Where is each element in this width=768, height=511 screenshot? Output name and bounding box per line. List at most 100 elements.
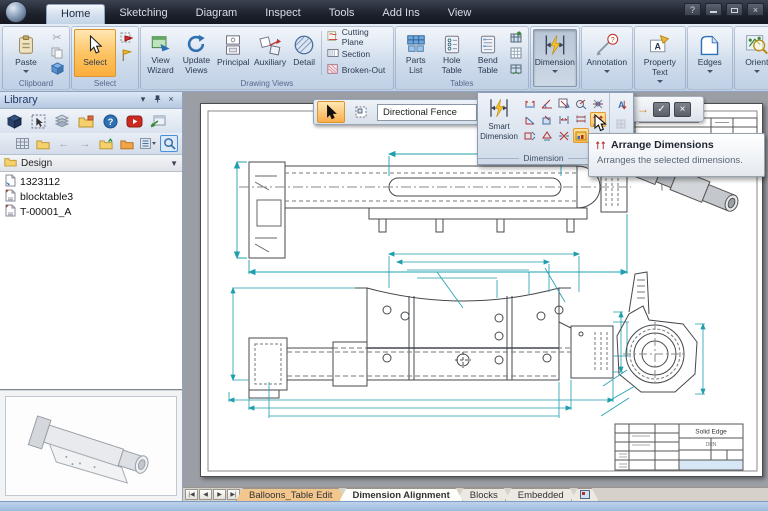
minimize-button[interactable] <box>705 3 722 16</box>
next-step-button[interactable]: → <box>637 103 649 115</box>
new-folder-icon[interactable] <box>97 135 115 152</box>
layers-icon[interactable] <box>53 113 71 130</box>
library-preview-pane <box>0 389 182 501</box>
tab-addins[interactable]: Add Ins <box>368 4 433 24</box>
close-button[interactable]: × <box>747 3 764 16</box>
first-sheet-button[interactable]: |◀ <box>185 489 198 500</box>
edges-button[interactable]: Edges <box>690 29 730 87</box>
broken-out-label: Broken-Out <box>341 65 386 75</box>
view-wizard-button[interactable]: View Wizard <box>143 29 178 77</box>
close-panel-icon[interactable]: × <box>164 94 178 106</box>
tab-tools[interactable]: Tools <box>315 4 369 24</box>
table-grid-icon[interactable] <box>507 46 525 61</box>
library-location-dropdown[interactable]: Design ▼ <box>0 155 182 172</box>
dimension-prefix-icon[interactable] <box>556 128 572 143</box>
smart-dimension-button[interactable]: Smart Dimension <box>478 93 520 144</box>
copy-icon[interactable] <box>48 46 66 61</box>
broken-out-button[interactable]: Broken-Out <box>324 63 390 77</box>
select-tool-button[interactable] <box>317 101 345 123</box>
application-menu-button[interactable] <box>5 1 27 23</box>
tab-view[interactable]: View <box>434 4 486 24</box>
parts-list-button[interactable]: Parts List <box>398 29 434 77</box>
select-tools-icon[interactable] <box>29 113 47 130</box>
new-sheet-tab-button[interactable] <box>571 488 599 501</box>
grid-view-icon[interactable] <box>13 135 31 152</box>
restore-button[interactable] <box>726 3 743 16</box>
table-update-icon[interactable] <box>507 61 525 76</box>
cut-icon[interactable]: ✂ <box>48 30 66 45</box>
search-icon[interactable] <box>160 135 178 152</box>
annotation-button[interactable]: ? Annotation <box>584 29 630 87</box>
select-fence-icon[interactable] <box>117 30 135 46</box>
forward-icon[interactable]: → <box>76 135 94 152</box>
angle-coordinate-icon[interactable] <box>573 96 589 111</box>
auto-dimension-icon[interactable] <box>522 128 538 143</box>
accept-button[interactable]: ✓ <box>653 101 670 117</box>
sheet-tab-balloons[interactable]: Balloons_Table Edit <box>236 488 345 501</box>
auxiliary-button[interactable]: Auxiliary <box>252 29 289 77</box>
library-item[interactable]: T-00001_A <box>0 204 182 219</box>
angle-between-icon[interactable] <box>539 96 555 111</box>
attach-dimension-icon[interactable] <box>539 112 555 127</box>
sort-annotations-icon[interactable]: A <box>613 97 629 112</box>
fence-options-button[interactable] <box>347 101 375 123</box>
back-icon[interactable]: ← <box>55 135 73 152</box>
principal-button[interactable]: Principal <box>215 29 252 77</box>
coordinate-dimension-icon[interactable] <box>556 96 572 111</box>
chevron-down-icon <box>656 79 663 83</box>
align-dimension-icon[interactable] <box>556 112 572 127</box>
sheet-tab-dimension-alignment[interactable]: Dimension Alignment <box>339 488 462 501</box>
hole-table-button[interactable]: Hole Table <box>434 29 470 77</box>
section-button[interactable]: Section <box>324 47 390 61</box>
select-flag-icon[interactable] <box>117 47 135 63</box>
update-views-button[interactable]: Update Views <box>178 29 215 77</box>
dimension-icon <box>542 32 568 58</box>
disabled-tool-icon[interactable] <box>613 116 629 131</box>
select-button[interactable]: Select <box>74 29 116 77</box>
export-window-icon[interactable] <box>149 113 167 130</box>
chamfer-dimension-icon[interactable] <box>522 112 538 127</box>
open-folder-icon[interactable] <box>118 135 136 152</box>
property-text-button[interactable]: A Property Text <box>637 29 683 87</box>
distance-between-icon[interactable] <box>522 96 538 111</box>
help-button[interactable]: ? <box>684 3 701 16</box>
list-view-icon[interactable] <box>139 135 157 152</box>
group-orient: Orient <box>733 26 768 90</box>
sheet-tab-embedded[interactable]: Embedded <box>505 488 577 501</box>
panel-menu-icon[interactable]: ▾ <box>136 94 150 106</box>
dimension-button[interactable]: Dimension <box>532 29 577 87</box>
tab-sketching[interactable]: Sketching <box>105 4 181 24</box>
fence-mode-dropdown[interactable]: Directional Fence <box>377 103 477 121</box>
previous-sheet-button[interactable]: ◀ <box>199 489 212 500</box>
library-item[interactable]: 1323112 <box>0 174 182 189</box>
cancel-button[interactable]: × <box>674 101 691 117</box>
auxiliary-label: Auxiliary <box>254 57 287 67</box>
cutting-plane-button[interactable]: Cutting Plane <box>324 27 390 47</box>
orient-button[interactable]: Orient <box>737 29 768 87</box>
video-tutorials-icon[interactable] <box>125 113 143 130</box>
sheet-tab-blocks[interactable]: Blocks <box>457 488 511 501</box>
bend-table-button[interactable]: Bend Table <box>470 29 506 77</box>
folder-icon <box>4 156 17 170</box>
tab-diagram[interactable]: Diagram <box>182 4 252 24</box>
symmetric-diameter-icon[interactable] <box>590 96 606 111</box>
paste-button[interactable]: Paste <box>5 29 47 77</box>
part-library-icon[interactable] <box>5 113 23 130</box>
groups-folder-icon[interactable] <box>77 113 95 130</box>
paste-icon <box>15 32 37 58</box>
dimension-group-icon[interactable] <box>573 112 589 127</box>
dimension-info-button[interactable] <box>573 128 589 143</box>
dimension-style-icon[interactable] <box>539 128 555 143</box>
format-painter-icon[interactable] <box>48 61 66 76</box>
pin-icon[interactable] <box>150 94 164 106</box>
library-item[interactable]: blocktable3 <box>0 189 182 204</box>
table-style-icon[interactable] <box>507 30 525 45</box>
detail-icon <box>293 32 315 58</box>
group-label-clipboard: Clipboard <box>18 79 54 88</box>
help-icon[interactable]: ? <box>101 113 119 130</box>
home-folder-icon[interactable] <box>34 135 52 152</box>
next-sheet-button[interactable]: ▶ <box>213 489 226 500</box>
tab-home[interactable]: Home <box>46 4 106 24</box>
tab-inspect[interactable]: Inspect <box>251 4 314 24</box>
detail-button[interactable]: Detail <box>288 29 319 77</box>
